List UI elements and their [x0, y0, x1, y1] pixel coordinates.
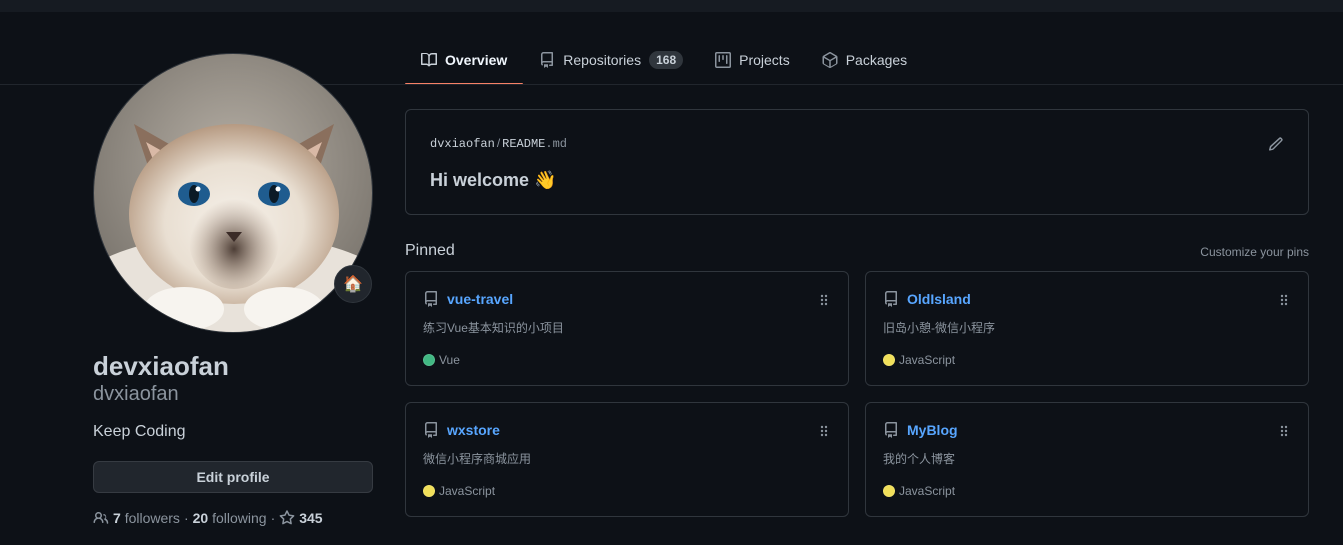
- language-color-dot: [423, 485, 435, 497]
- readme-extension: .md: [545, 137, 567, 151]
- pinned-repo-card: OldIsland 旧岛小憩-微信小程序 JavaScript: [865, 271, 1309, 386]
- language-name: JavaScript: [899, 484, 956, 498]
- repo-description: 微信小程序商城应用: [423, 452, 532, 466]
- language-name: JavaScript: [899, 353, 956, 367]
- profile-fullname: devxiaofan: [93, 351, 229, 381]
- repo-description: 我的个人博客: [883, 452, 956, 466]
- cat-avatar-image: [94, 54, 372, 332]
- repo-language: JavaScript: [423, 484, 495, 498]
- profile-bio: Keep Coding: [93, 423, 186, 440]
- project-icon: [715, 52, 732, 68]
- language-name: JavaScript: [439, 484, 496, 498]
- following-count: 20: [192, 510, 209, 526]
- edit-profile-button[interactable]: Edit profile: [93, 461, 373, 493]
- repo-name-link[interactable]: OldIsland: [907, 291, 971, 307]
- readme-owner-link[interactable]: dvxiaofan: [430, 137, 495, 151]
- drag-handle-icon[interactable]: [820, 292, 828, 308]
- drag-handle-icon[interactable]: [1280, 423, 1288, 439]
- repo-name-link[interactable]: MyBlog: [907, 422, 958, 438]
- language-color-dot: [423, 354, 435, 366]
- tab-packages[interactable]: Packages: [806, 36, 923, 84]
- pinned-heading: Pinned: [405, 242, 455, 259]
- follow-stats: 7 followers · 20 following · 345: [93, 510, 323, 526]
- customize-pins-link[interactable]: Customize your pins: [1200, 245, 1309, 259]
- separator-dot: ·: [270, 510, 276, 526]
- repo-language: JavaScript: [883, 484, 955, 498]
- drag-handle-icon[interactable]: [1280, 292, 1288, 308]
- followers-link[interactable]: 7 followers: [113, 510, 180, 526]
- status-emoji-button[interactable]: 🏠: [334, 265, 372, 303]
- stars-link[interactable]: 345: [279, 510, 323, 526]
- readme-content: Hi welcome 👋: [430, 170, 557, 190]
- house-icon: 🏠: [343, 276, 363, 293]
- repo-icon: [424, 291, 437, 307]
- repositories-count-badge: 168: [649, 51, 684, 69]
- following-label: following: [212, 510, 267, 526]
- book-icon: [421, 52, 437, 67]
- repo-language: Vue: [423, 353, 460, 367]
- avatar[interactable]: [93, 53, 373, 333]
- readme-path: dvxiaofan / README.md: [430, 136, 567, 151]
- language-color-dot: [883, 485, 895, 497]
- repo-description: 旧岛小憩-微信小程序: [883, 321, 995, 335]
- package-icon: [822, 52, 838, 68]
- repo-language: JavaScript: [883, 353, 955, 367]
- pinned-repo-card: vue-travel 练习Vue基本知识的小项目 Vue: [405, 271, 849, 386]
- path-separator: /: [496, 136, 501, 150]
- top-header-bar: [0, 0, 1343, 12]
- stars-count: 345: [299, 510, 323, 526]
- separator-dot: ·: [183, 510, 189, 526]
- followers-count: 7: [113, 510, 121, 526]
- profile-tabs: Overview Repositories 168 Projects Packa…: [405, 36, 923, 85]
- repo-icon: [884, 291, 897, 307]
- repo-name-link[interactable]: vue-travel: [447, 291, 513, 307]
- repo-description: 练习Vue基本知识的小项目: [423, 321, 564, 335]
- profile-login: dvxiaofan: [93, 383, 179, 405]
- following-link[interactable]: 20 following: [193, 510, 267, 526]
- star-icon: [279, 510, 295, 525]
- tab-overview[interactable]: Overview: [405, 36, 524, 85]
- repo-icon: [884, 422, 897, 438]
- repo-icon: [541, 52, 554, 68]
- tab-overview-label: Overview: [445, 52, 508, 68]
- tab-repositories[interactable]: Repositories 168: [523, 36, 699, 84]
- pencil-icon[interactable]: [1268, 136, 1284, 152]
- pinned-repo-card: wxstore 微信小程序商城应用 JavaScript: [405, 402, 849, 517]
- profile-readme: dvxiaofan / README.md Hi welcome 👋: [405, 109, 1309, 215]
- readme-file-link[interactable]: README.md: [502, 137, 567, 151]
- language-name: Vue: [439, 353, 460, 367]
- language-color-dot: [883, 354, 895, 366]
- tab-projects-label: Projects: [739, 52, 790, 68]
- pinned-repo-card: MyBlog 我的个人博客 JavaScript: [865, 402, 1309, 517]
- people-icon: [93, 512, 109, 524]
- drag-handle-icon[interactable]: [820, 423, 828, 439]
- followers-label: followers: [124, 510, 180, 526]
- readme-filename: README: [502, 137, 546, 151]
- avatar-container: 🏠: [93, 53, 373, 333]
- tab-packages-label: Packages: [845, 52, 908, 68]
- tab-projects[interactable]: Projects: [699, 36, 806, 84]
- tab-repositories-label: Repositories: [563, 52, 642, 68]
- repo-icon: [424, 422, 437, 438]
- repo-name-link[interactable]: wxstore: [447, 422, 500, 438]
